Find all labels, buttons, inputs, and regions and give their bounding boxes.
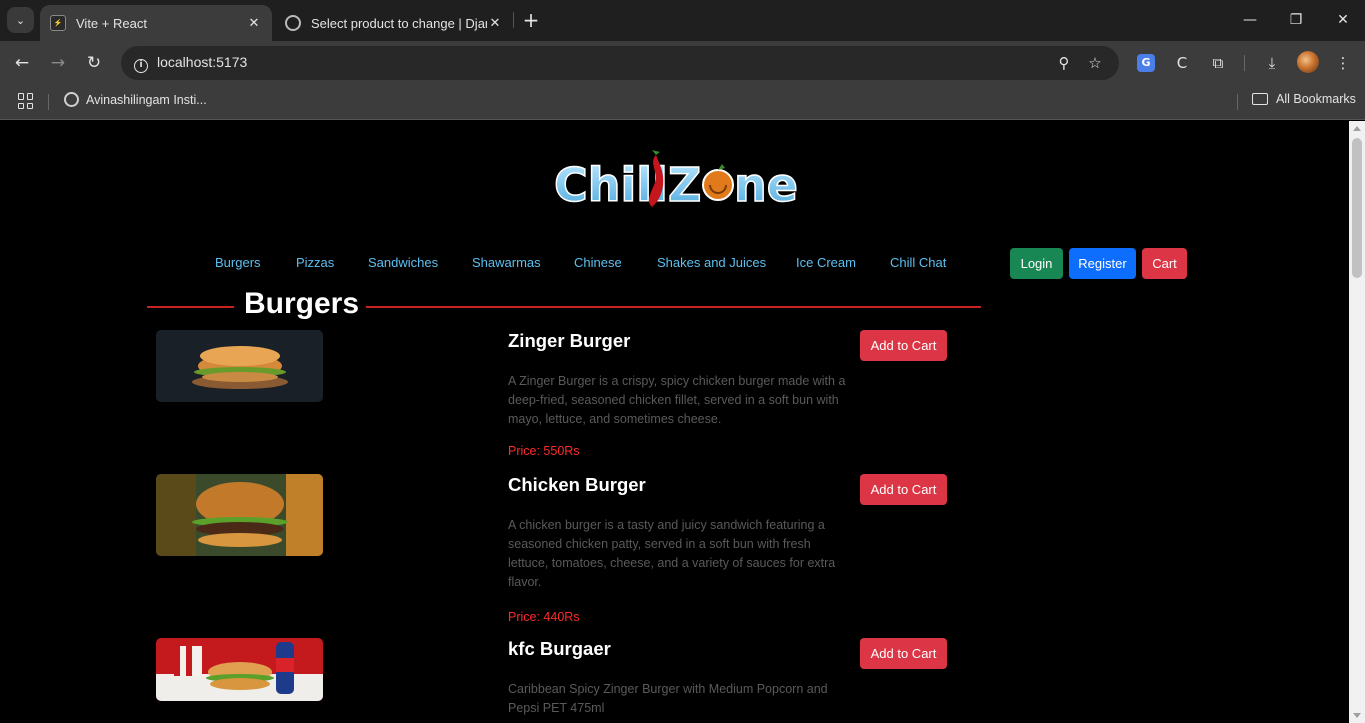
nav-chinese[interactable]: Chinese: [574, 255, 622, 270]
add-to-cart-button[interactable]: Add to Cart: [860, 474, 947, 505]
tab-title: Vite + React: [76, 15, 147, 31]
nav-chill-chat[interactable]: Chill Chat: [890, 255, 946, 270]
extensions-puzzle-icon[interactable]: ⧉: [1206, 51, 1230, 75]
tab-search-button[interactable]: ⌄: [7, 7, 34, 33]
section-divider-left: [147, 306, 234, 308]
product-price: Price: 550Rs: [508, 444, 580, 458]
tab-title: Select product to change | Djan: [311, 15, 487, 31]
nav-burgers[interactable]: Burgers: [215, 255, 261, 270]
bookmarks-bar: Avinashilingam Insti... All Bookmarks: [0, 85, 1365, 120]
register-button[interactable]: Register: [1069, 248, 1136, 279]
kebab-menu-icon[interactable]: ⋮: [1331, 51, 1355, 75]
product-description: A chicken burger is a tasty and juicy sa…: [508, 518, 836, 589]
add-to-cart-button[interactable]: Add to Cart: [860, 638, 947, 669]
product-image-chicken-burger[interactable]: [156, 474, 323, 556]
product-name: kfc Burgaer: [508, 638, 611, 659]
product-description: A Zinger Burger is a crispy, spicy chick…: [508, 374, 846, 426]
login-button[interactable]: Login: [1010, 248, 1063, 279]
close-tab-icon[interactable]: ✕: [487, 15, 503, 31]
url-text[interactable]: localhost:5173: [157, 54, 247, 70]
globe-icon: [64, 92, 79, 107]
scroll-down-icon[interactable]: [1353, 713, 1361, 718]
close-tab-icon[interactable]: ✕: [246, 15, 262, 31]
cart-button[interactable]: Cart: [1142, 248, 1187, 279]
browser-toolbar: ← → ↻ i localhost:5173 ⚲ ☆ G C ⧉ ⤓ ⋮: [0, 41, 1365, 85]
bookmark-divider: [48, 94, 49, 110]
bookmark-star-icon[interactable]: ☆: [1084, 52, 1106, 74]
restore-icon[interactable]: ❐: [1284, 8, 1308, 32]
zoom-icon[interactable]: ⚲: [1053, 52, 1075, 74]
tab-django-admin[interactable]: Select product to change | Djan ✕: [275, 5, 513, 41]
bookmark-label: Avinashilingam Insti...: [86, 92, 207, 107]
minimize-icon[interactable]: —: [1238, 8, 1262, 32]
tab-divider: [513, 12, 514, 28]
vite-favicon-icon: ⚡: [50, 15, 66, 31]
site-info-icon[interactable]: i: [129, 51, 153, 75]
chillzone-logo: Chill Z ne: [553, 150, 798, 213]
close-window-icon[interactable]: ✕: [1331, 8, 1355, 32]
folder-icon: [1252, 93, 1268, 105]
browser-tab-strip: ⌄ ⚡ Vite + React ✕ Select product to cha…: [0, 0, 1365, 41]
product-name: Chicken Burger: [508, 474, 646, 495]
extension-c-icon[interactable]: C: [1170, 51, 1194, 75]
globe-favicon-icon: [285, 15, 301, 31]
add-to-cart-button[interactable]: Add to Cart: [860, 330, 947, 361]
nav-sandwiches[interactable]: Sandwiches: [368, 255, 438, 270]
logo-text-z: Z: [668, 158, 701, 212]
scrollbar-thumb[interactable]: [1352, 138, 1362, 278]
nav-ice-cream[interactable]: Ice Cream: [796, 255, 856, 270]
all-bookmarks-button[interactable]: All Bookmarks: [1252, 92, 1356, 106]
logo-o-orange-icon: [702, 169, 734, 201]
scroll-up-icon[interactable]: [1353, 126, 1361, 131]
section-title: Burgers: [244, 287, 360, 320]
page-scrollbar[interactable]: [1349, 121, 1365, 723]
download-icon[interactable]: ⤓: [1260, 51, 1284, 75]
product-image-zinger-burger[interactable]: [156, 330, 323, 402]
page-viewport: Chill Z ne Burgers Pizzas Sandwiches Sha…: [0, 121, 1349, 723]
new-tab-icon[interactable]: +: [520, 9, 542, 31]
logo-text-ne: ne: [734, 158, 798, 212]
product-price: Price: 440Rs: [508, 610, 580, 624]
nav-shawarmas[interactable]: Shawarmas: [472, 255, 541, 270]
forward-icon[interactable]: →: [46, 51, 70, 75]
product-name: Zinger Burger: [508, 330, 631, 351]
profile-avatar[interactable]: [1297, 51, 1319, 73]
product-description: Caribbean Spicy Zinger Burger with Mediu…: [508, 682, 828, 715]
nav-shakes-and-juices[interactable]: Shakes and Juices: [657, 255, 766, 270]
tab-vite-react[interactable]: ⚡ Vite + React ✕: [40, 5, 272, 41]
nav-pizzas[interactable]: Pizzas: [296, 255, 334, 270]
back-icon[interactable]: ←: [10, 51, 34, 75]
address-bar[interactable]: i localhost:5173 ⚲ ☆: [121, 46, 1119, 80]
google-translate-icon[interactable]: G: [1137, 54, 1155, 72]
all-bookmarks-label: All Bookmarks: [1276, 92, 1356, 106]
toolbar-divider: [1244, 55, 1245, 71]
apps-grid-icon[interactable]: [18, 93, 34, 109]
reload-icon[interactable]: ↻: [82, 51, 106, 75]
bookmark-avinashilingam[interactable]: Avinashilingam Insti...: [64, 92, 207, 107]
bookmark-divider: [1237, 94, 1238, 110]
section-divider-right: [366, 306, 981, 308]
product-image-kfc-burger[interactable]: [156, 638, 323, 701]
